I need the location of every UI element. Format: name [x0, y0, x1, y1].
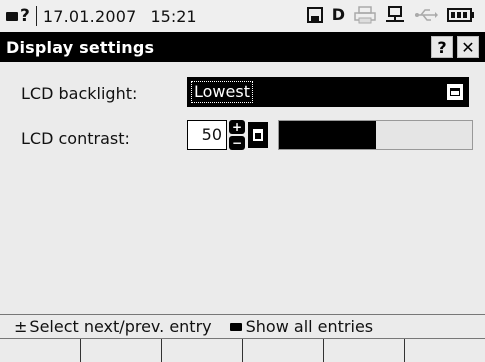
status-bar: ? 17.01.2007 15:21 D	[0, 0, 485, 32]
save-disk-icon	[306, 7, 323, 23]
softkey-2[interactable]	[81, 339, 162, 362]
printer-icon	[354, 6, 376, 24]
window-title: Display settings	[6, 37, 155, 57]
status-icons: D	[306, 5, 475, 24]
status-separator	[35, 6, 37, 26]
softkey-bar	[0, 338, 485, 362]
lcd-contrast-label: LCD contrast:	[21, 129, 130, 148]
open-list-icon	[450, 88, 460, 96]
open-list-icon	[253, 129, 263, 141]
status-left: ? 17.01.2007 15:21	[0, 6, 197, 26]
keyboard-icon[interactable]	[6, 11, 18, 21]
lcd-backlight-value: Lowest	[191, 81, 253, 103]
battery-icon	[447, 8, 474, 22]
backlight-dropdown-button[interactable]	[446, 83, 464, 101]
show-all-hint-text: Show all entries	[245, 317, 374, 336]
network-icon	[386, 6, 404, 22]
keyboard-icon	[229, 322, 242, 331]
contrast-decrement-button[interactable]: −	[229, 136, 245, 150]
softkey-1[interactable]	[0, 339, 81, 362]
select-hint-text: Select next/prev. entry	[29, 317, 212, 336]
softkey-6[interactable]	[405, 339, 485, 362]
close-button[interactable]: ✕	[457, 36, 479, 58]
hint-bar: ± Select next/prev. entry Show all entri…	[0, 314, 485, 338]
usb-icon	[415, 9, 438, 21]
softkey-5[interactable]	[324, 339, 405, 362]
contrast-edit-button[interactable]	[248, 122, 268, 148]
contrast-increment-button[interactable]: +	[229, 120, 245, 134]
lcd-contrast-field[interactable]: 50	[187, 120, 227, 150]
plus-minus-icon: ±	[14, 317, 28, 336]
lcd-backlight-label: LCD backlight:	[21, 84, 138, 103]
lcd-backlight-select[interactable]: Lowest	[187, 77, 469, 107]
softkey-4[interactable]	[243, 339, 324, 362]
contrast-level-bar[interactable]	[278, 120, 473, 150]
contrast-stepper[interactable]: + −	[229, 120, 245, 150]
help-question-icon[interactable]: ?	[20, 6, 30, 26]
title-bar: Display settings ? ✕	[0, 32, 485, 62]
status-date: 17.01.2007	[42, 6, 137, 26]
softkey-3[interactable]	[162, 339, 243, 362]
status-time: 15:21	[150, 6, 197, 26]
settings-panel: LCD backlight: Lowest LCD contrast: 50 +…	[0, 62, 485, 314]
drive-d-icon: D	[331, 5, 345, 24]
help-button[interactable]: ?	[431, 36, 453, 58]
contrast-level-fill	[279, 121, 376, 149]
